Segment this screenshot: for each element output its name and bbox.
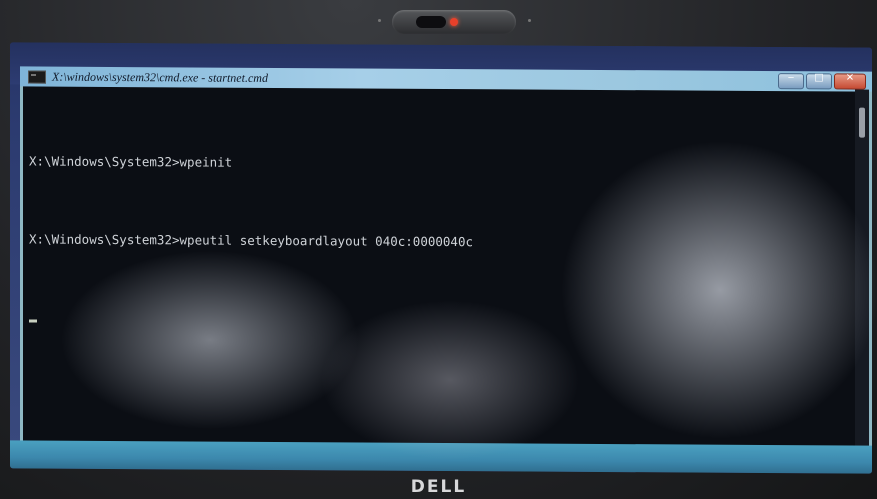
maximize-icon: □ <box>814 72 824 84</box>
laptop-screen: X:\windows\system32\cmd.exe - startnet.c… <box>10 42 872 474</box>
webcam-lens <box>416 16 446 28</box>
console-line: X:\Windows\System32>wpeutil setkeyboardl… <box>29 231 474 250</box>
cmd-window[interactable]: X:\windows\system32\cmd.exe - startnet.c… <box>20 66 872 450</box>
sensor-dot <box>378 19 381 22</box>
window-title: X:\windows\system32\cmd.exe - startnet.c… <box>52 69 268 85</box>
taskbar-strip <box>10 440 872 474</box>
cmd-icon <box>28 69 46 84</box>
close-button[interactable]: ✕ <box>834 72 866 90</box>
console-line: X:\Windows\System32>wpeinit <box>29 153 233 170</box>
maximize-button[interactable]: □ <box>806 72 832 90</box>
minimize-button[interactable]: ‒ <box>778 72 804 90</box>
window-titlebar[interactable]: X:\windows\system32\cmd.exe - startnet.c… <box>20 66 872 92</box>
close-icon: ✕ <box>845 72 855 84</box>
scrollbar-thumb[interactable] <box>859 107 865 138</box>
webcam <box>392 10 516 34</box>
console-cursor-line <box>29 304 849 335</box>
vertical-scrollbar[interactable] <box>855 89 869 447</box>
window-controls: ‒ □ ✕ <box>778 72 866 90</box>
sensor-dot <box>528 19 531 22</box>
text-cursor <box>29 319 37 323</box>
webcam-led <box>450 18 458 26</box>
minimize-icon: ‒ <box>787 72 795 84</box>
laptop-photo: X:\windows\system32\cmd.exe - startnet.c… <box>0 0 877 499</box>
console-output[interactable]: X:\Windows\System32>wpeinit X:\Windows\S… <box>29 96 849 387</box>
brand-logo: DELL <box>410 477 467 497</box>
